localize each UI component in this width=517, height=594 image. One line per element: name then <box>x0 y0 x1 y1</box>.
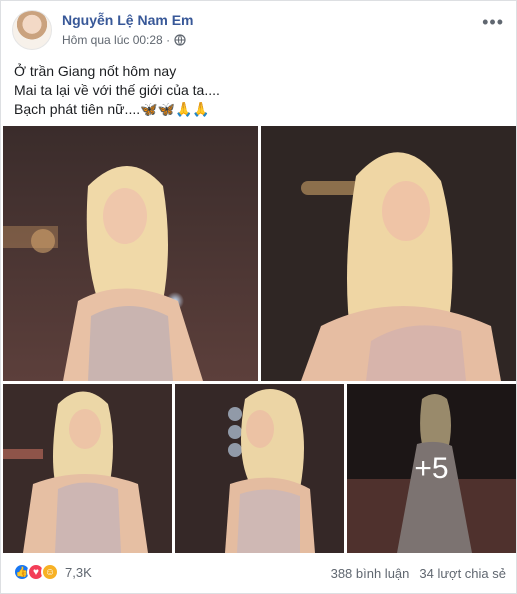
post-caption: Ở trần Giang nốt hôm nay Mai ta lại về v… <box>14 62 220 119</box>
post-footer: 👍 ♥ ☺ 7,3K 388 bình luận 34 lượt chia sẻ <box>1 557 517 593</box>
caption-line: Mai ta lại về với thế giới của ta.... <box>14 82 220 98</box>
globe-icon <box>174 34 186 46</box>
shares-count[interactable]: 34 lượt chia sẻ <box>419 566 506 581</box>
facebook-post: Nguyễn Lệ Nam Em Hôm qua lúc 00:28 · •••… <box>0 0 517 594</box>
post-photo[interactable] <box>261 126 516 381</box>
post-stats: 388 bình luận 34 lượt chia sẻ <box>331 566 506 581</box>
more-options-icon[interactable]: ••• <box>482 13 504 31</box>
post-photo[interactable] <box>175 384 344 553</box>
post-photo[interactable] <box>3 384 172 553</box>
post-photo[interactable] <box>3 126 258 381</box>
reactions-summary[interactable]: 👍 ♥ ☺ 7,3K <box>13 563 92 581</box>
caption-line: Bạch phát tiên nữ....🦋🦋🙏🙏 <box>14 101 210 117</box>
reactions-count[interactable]: 7,3K <box>65 565 92 580</box>
post-meta: Hôm qua lúc 00:28 · <box>62 33 186 47</box>
avatar[interactable] <box>12 10 52 50</box>
haha-icon: ☺ <box>41 563 59 581</box>
more-photos-count[interactable]: +5 <box>347 384 516 553</box>
post-timestamp[interactable]: Hôm qua lúc 00:28 · <box>62 33 170 47</box>
author-name[interactable]: Nguyễn Lệ Nam Em <box>62 12 193 28</box>
post-photo-more[interactable]: +5 <box>347 384 516 553</box>
caption-line: Ở trần Giang nốt hôm nay <box>14 63 177 79</box>
comments-count[interactable]: 388 bình luận <box>331 566 410 581</box>
